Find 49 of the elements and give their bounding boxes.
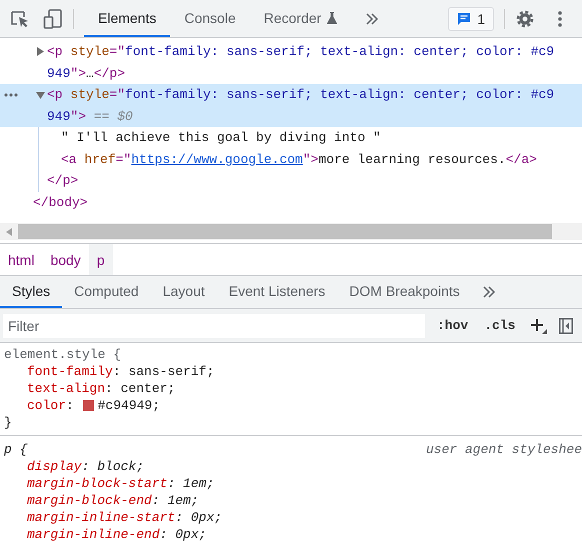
toggle-button[interactable]: .cls bbox=[480, 316, 520, 335]
filter-field[interactable]: Filter bbox=[3, 314, 425, 338]
sidebar-tab[interactable]: Layout bbox=[150, 276, 217, 308]
dom-code-line: <p style="font-family: sans-serif; text-align: center; color: #c9 bbox=[0, 41, 582, 62]
dom-code-line: </body> bbox=[32, 194, 89, 212]
css-property-line: margin-inline-end: 0px; bbox=[26, 526, 208, 543]
css-property-line: text-align: center; bbox=[26, 380, 176, 397]
closing-brace: } bbox=[4, 414, 13, 431]
double-chevron-icon[interactable] bbox=[482, 286, 496, 298]
css-property-line: margin-inline-start: 0px; bbox=[26, 509, 224, 526]
css-property-line: margin-block-end: 1em; bbox=[26, 492, 200, 509]
breadcrumb-item[interactable]: p bbox=[88, 244, 113, 275]
css-property-line: display: block; bbox=[26, 458, 146, 475]
css-selector-line: p { bbox=[4, 441, 28, 458]
dom-code-line: </p> bbox=[46, 172, 80, 190]
panel-tab[interactable]: Elements bbox=[84, 0, 170, 37]
triangle-down-icon[interactable] bbox=[36, 90, 45, 99]
issues-button[interactable]: 1 bbox=[448, 6, 494, 30]
toggle-button[interactable]: :hov bbox=[433, 316, 472, 335]
flask-icon bbox=[327, 12, 338, 24]
panel-tab[interactable]: Recorder bbox=[250, 0, 352, 37]
url-link[interactable]: https://www.google.com bbox=[131, 152, 303, 167]
device-toolbar-icon[interactable] bbox=[43, 8, 63, 28]
settings-icon[interactable] bbox=[515, 8, 535, 28]
dom-code-line: <a href="https://www.google.com">more learning resources.</a> bbox=[60, 150, 538, 169]
css-property-line: color: #c94949; bbox=[26, 397, 162, 414]
stylesheet-origin[interactable]: user agent styleshee bbox=[426, 441, 582, 458]
dom-code-line: 949">…</p> bbox=[46, 64, 126, 83]
color-swatch[interactable] bbox=[82, 399, 95, 412]
inspect-element-icon[interactable] bbox=[10, 8, 30, 28]
more-options-icon[interactable] bbox=[558, 10, 562, 26]
horizontal-scrollbar[interactable] bbox=[0, 223, 582, 240]
plus-icon[interactable] bbox=[531, 318, 548, 334]
panel-tab[interactable]: Console bbox=[170, 0, 250, 37]
scrollbar-thumb[interactable] bbox=[18, 224, 552, 239]
breadcrumb-item[interactable]: body bbox=[42, 244, 89, 275]
sidebar-tab[interactable]: DOM Breakpoints bbox=[337, 276, 472, 308]
dots-icon[interactable] bbox=[4, 93, 18, 97]
message-icon bbox=[457, 12, 472, 26]
breadcrumb-item[interactable]: html bbox=[0, 244, 42, 275]
triangle-right-icon[interactable] bbox=[36, 47, 44, 56]
sidebar-tab[interactable]: Event Listeners bbox=[216, 276, 338, 308]
double-chevron-icon[interactable] bbox=[365, 12, 380, 24]
css-property-line: font-family: sans-serif; bbox=[26, 363, 216, 380]
dom-code-line: " I'll achieve this goal by diving into " bbox=[60, 129, 382, 148]
css-property-line: margin-block-start: 1em; bbox=[26, 475, 216, 492]
css-selector-line: element.style { bbox=[4, 346, 122, 363]
sidebar-tab[interactable]: Computed bbox=[62, 276, 151, 308]
sidebar-toggle-icon[interactable] bbox=[559, 318, 574, 334]
